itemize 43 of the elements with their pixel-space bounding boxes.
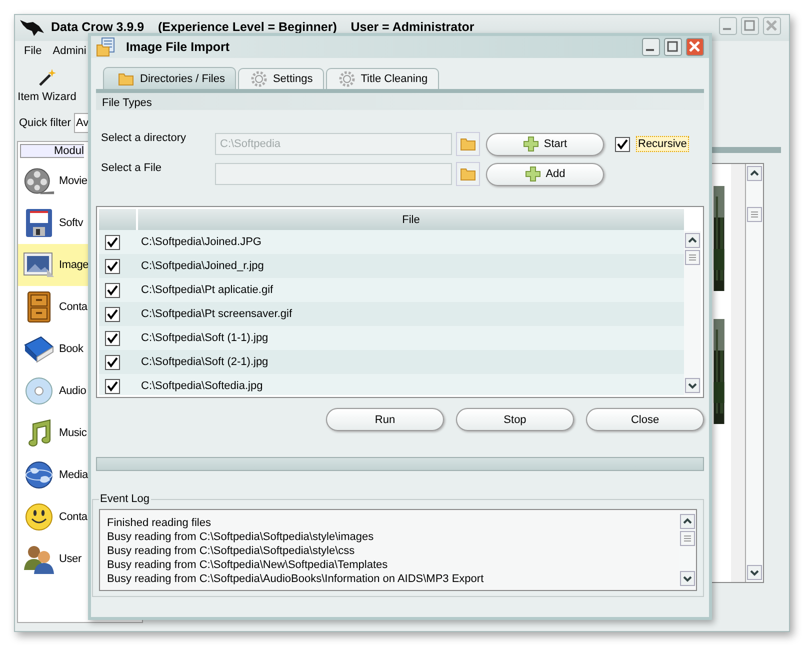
column-header: Modul xyxy=(20,144,84,158)
module-item[interactable]: Conta xyxy=(18,496,88,538)
item-wizard-button[interactable]: Item Wizard xyxy=(15,63,79,103)
log-line: Busy reading from C:\Softpedia\Softpedia\style\images xyxy=(107,530,375,544)
add-button[interactable]: Add xyxy=(486,162,604,186)
field-label: Select a File xyxy=(101,162,163,174)
file-path: C:\Softpedia\Pt screensaver.gif xyxy=(137,302,684,326)
file-path: C:\Softpedia\Soft (1-1).jpg xyxy=(137,326,684,350)
start-button[interactable]: Start xyxy=(486,132,604,156)
dialog-button[interactable]: Close xyxy=(586,408,704,431)
log-line: Busy reading from C:\Softpedia\AudioBooks\Information on AIDS\MP3 Export xyxy=(107,572,485,586)
section-title: File Types xyxy=(102,97,152,109)
log-line: Busy reading from C:\Softpedia\Softpedia\style\css xyxy=(107,544,356,558)
file-path: C:\Softpedia\Soft (2-1).jpg xyxy=(137,350,684,374)
log-line: Busy reading from C:\Softpedia\New\Softpedia\Templates xyxy=(107,558,389,572)
module-item[interactable]: Conta xyxy=(18,286,88,328)
file-path: C:\Softpedia\Joined.JPG xyxy=(137,230,684,254)
tab[interactable]: Settings xyxy=(238,68,324,89)
module-item[interactable]: User xyxy=(18,538,88,580)
log-line: Finished reading files xyxy=(107,516,212,530)
dialog-button[interactable]: Stop xyxy=(456,408,574,431)
checkbox-label: Recursive xyxy=(636,136,689,152)
quick-filter-label: Quick filter xyxy=(19,117,71,129)
menu-item[interactable]: File xyxy=(24,45,42,59)
module-item[interactable]: Music xyxy=(18,412,88,454)
dialog-button[interactable]: Run xyxy=(326,408,444,431)
module-item[interactable]: Book xyxy=(18,328,88,370)
tab[interactable]: Title Cleaning xyxy=(326,68,439,89)
module-item[interactable]: Image xyxy=(18,244,88,286)
dialog-title: Image File Import xyxy=(126,40,230,54)
module-item[interactable]: Movie xyxy=(18,160,88,202)
tab[interactable]: Directories / Files xyxy=(103,67,236,89)
file-path: C:\Softpedia\Joined_r.jpg xyxy=(137,254,684,278)
file-path: C:\Softpedia\Pt aplicatie.gif xyxy=(137,278,684,302)
module-item[interactable]: Media xyxy=(18,454,88,496)
module-item[interactable]: Audio xyxy=(18,370,88,412)
module-item[interactable]: Softv xyxy=(18,202,88,244)
group-title: Event Log xyxy=(99,493,151,505)
file-path: C:\Softpedia\Softedia.jpg xyxy=(137,374,684,395)
field-label: Select a directory xyxy=(101,132,187,144)
menu-item[interactable]: Admini xyxy=(52,45,86,59)
window-title: Data Crow 3.9.9 (Experience Level = Beginner) User = Administrator xyxy=(51,20,474,34)
column-header: File xyxy=(137,209,684,230)
